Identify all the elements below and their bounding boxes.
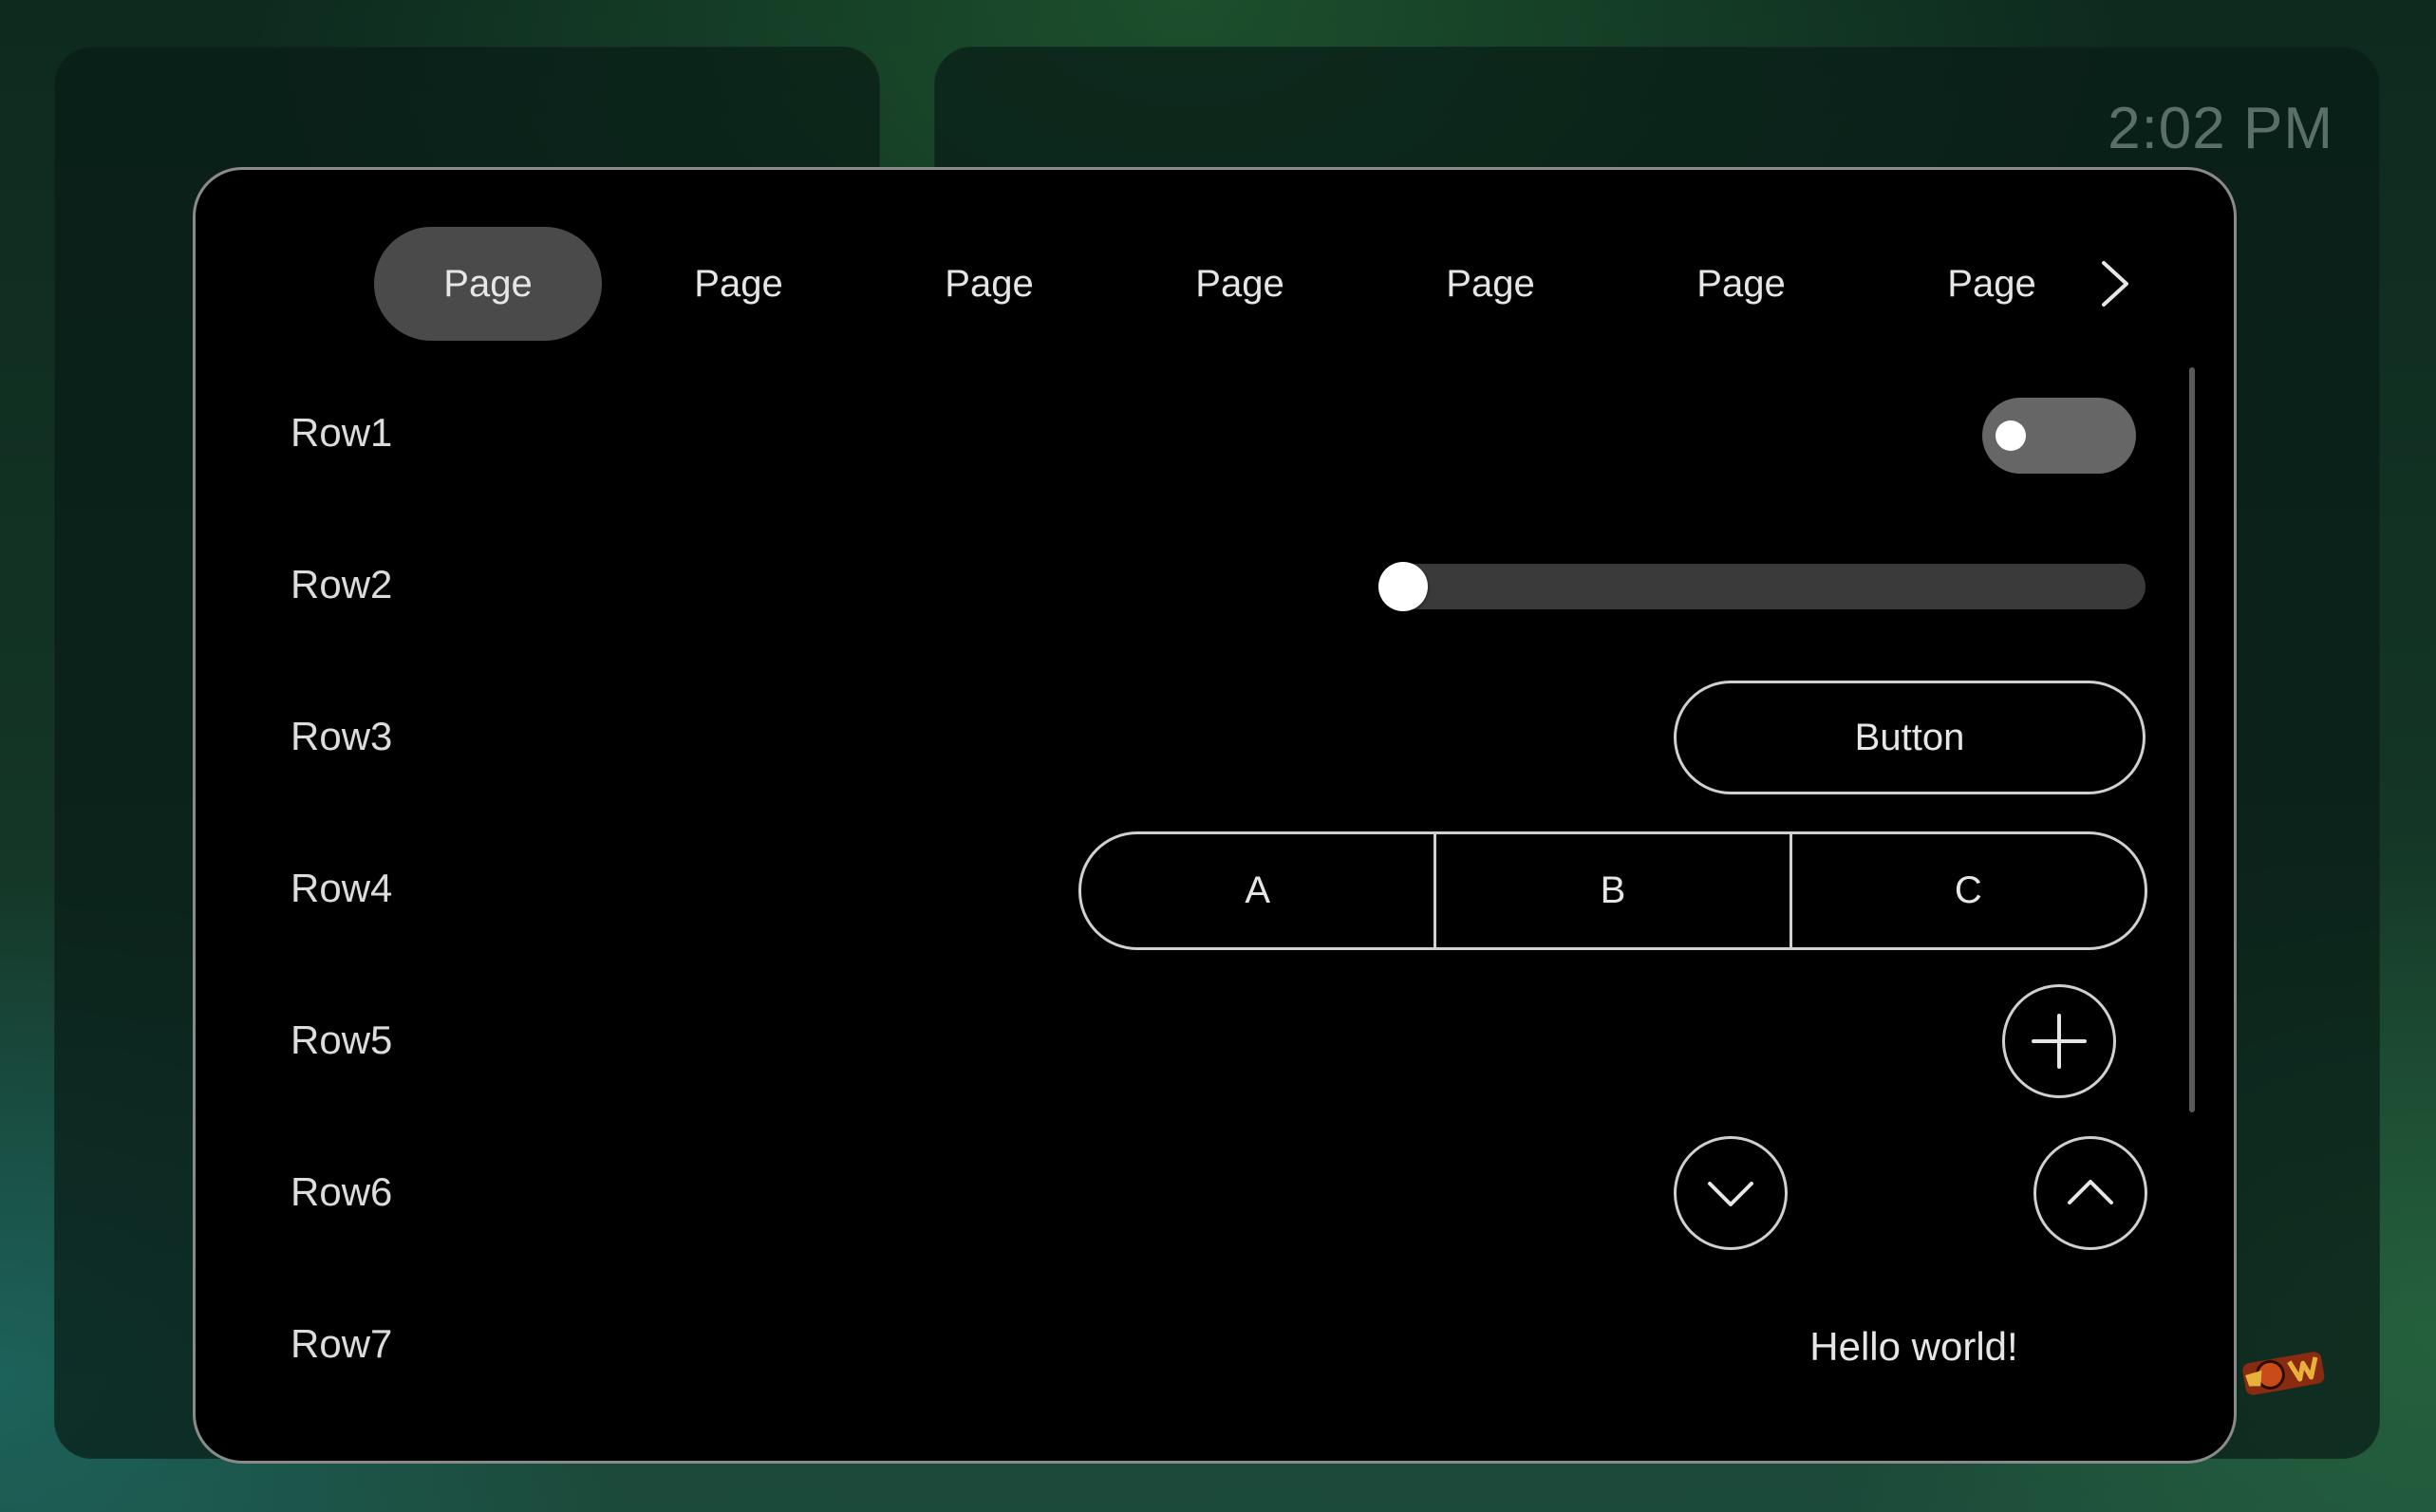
row4-segmented-control: A B C xyxy=(1078,831,2147,950)
tab-page-4[interactable]: Page xyxy=(1126,227,1354,341)
row2-slider[interactable] xyxy=(1378,562,2146,611)
plus-icon xyxy=(2032,1014,2087,1069)
row-label-7: Row7 xyxy=(290,1321,393,1366)
row6-up-button[interactable] xyxy=(2033,1136,2147,1250)
row7-text: Hello world! xyxy=(1809,1324,2018,1369)
tab-page-6[interactable]: Page xyxy=(1627,227,1855,341)
logo-icon xyxy=(2242,1352,2325,1395)
toggle-knob xyxy=(1996,420,2026,451)
tab-page-2[interactable]: Page xyxy=(625,227,853,341)
row-label-6: Row6 xyxy=(290,1169,393,1214)
tab-page-1[interactable]: Page xyxy=(374,227,602,341)
segment-a[interactable]: A xyxy=(1081,834,1433,947)
row5-add-button[interactable] xyxy=(2002,984,2116,1098)
chevron-up-icon xyxy=(2068,1180,2113,1204)
chevron-right-icon[interactable] xyxy=(2085,255,2142,312)
row-label-5: Row5 xyxy=(290,1017,393,1062)
clock: 2:02 PM xyxy=(2108,96,2333,161)
scrollbar[interactable] xyxy=(2189,367,2195,1112)
row6-down-button[interactable] xyxy=(1674,1136,1788,1250)
page-tab-bar: Page Page Page Page Page Page Page xyxy=(196,227,2234,341)
segment-b[interactable]: B xyxy=(1433,834,1789,947)
row-label-3: Row3 xyxy=(290,714,393,758)
row3-button[interactable]: Button xyxy=(1674,681,2146,794)
row-label-2: Row2 xyxy=(290,562,393,607)
chevron-down-icon xyxy=(1708,1182,1753,1206)
slider-thumb[interactable] xyxy=(1378,562,1428,611)
tab-page-7[interactable]: Page xyxy=(1878,227,2106,341)
tab-page-5[interactable]: Page xyxy=(1377,227,1604,341)
tab-page-3[interactable]: Page xyxy=(875,227,1103,341)
row1-toggle[interactable] xyxy=(1982,398,2136,474)
row-label-4: Row4 xyxy=(290,866,393,910)
settings-panel: Page Page Page Page Page Page Page Row1 … xyxy=(193,167,2237,1464)
segment-c[interactable]: C xyxy=(1789,834,2145,947)
row-label-1: Row1 xyxy=(290,410,393,455)
